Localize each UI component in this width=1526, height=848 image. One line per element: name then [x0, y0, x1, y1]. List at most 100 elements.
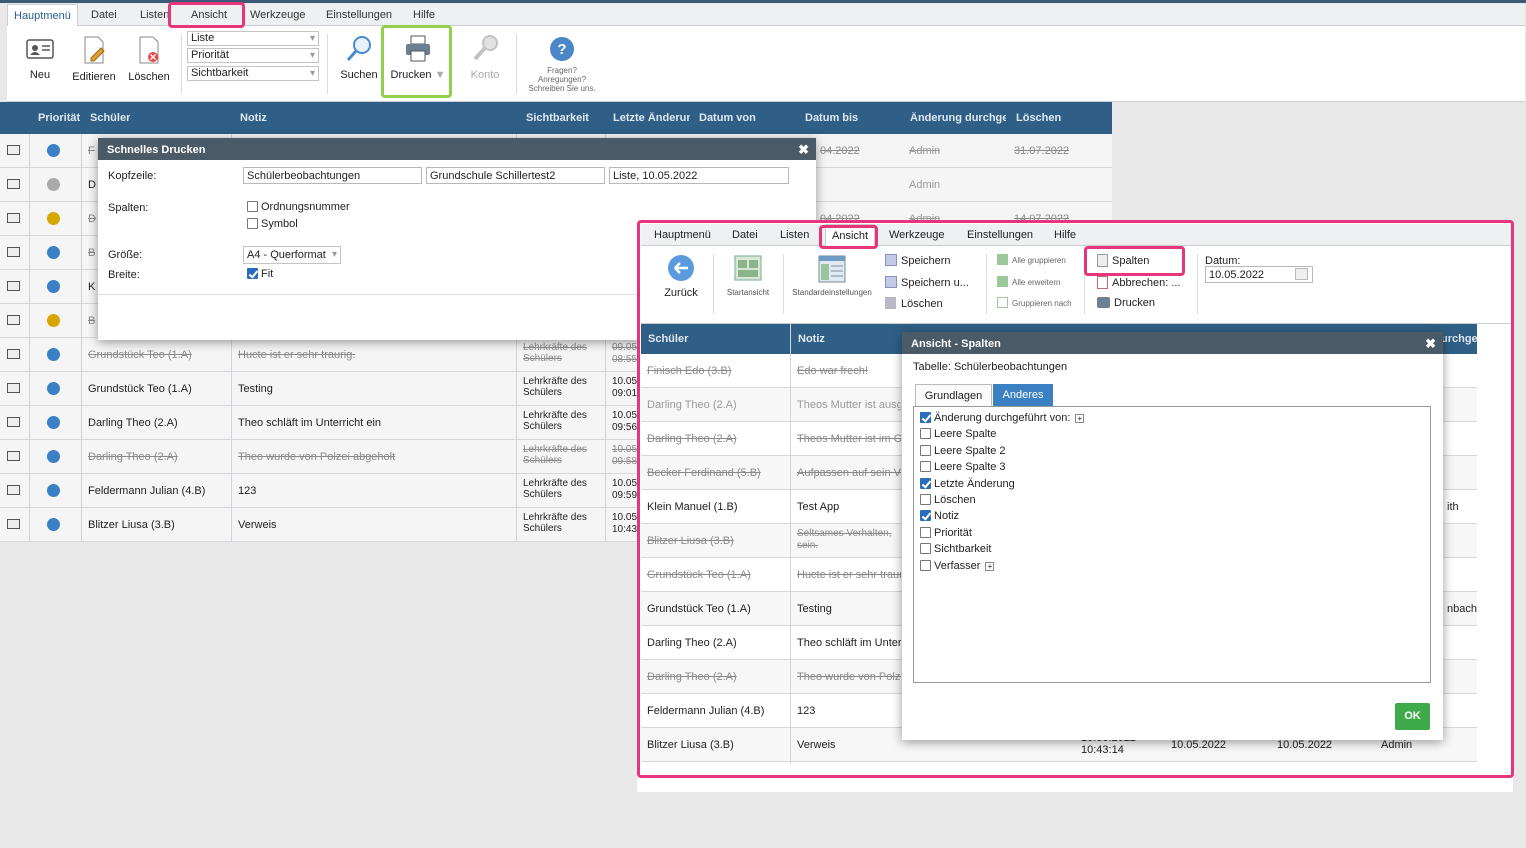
col-schueler[interactable]: Schüler	[90, 112, 130, 124]
contact-card-icon[interactable]	[7, 349, 20, 359]
new-button[interactable]: Neu	[21, 38, 59, 81]
ordnungsnummer-checkbox[interactable]: Ordnungsnummer	[247, 201, 350, 213]
column-checkbox[interactable]	[920, 428, 931, 440]
inset-col-schueler[interactable]: Schüler	[648, 333, 688, 345]
column-option[interactable]: Leere Spalte	[920, 428, 996, 440]
contact-card-icon[interactable]	[7, 519, 20, 529]
column-checkbox[interactable]	[920, 444, 931, 456]
col-datum-bis[interactable]: Datum bis	[805, 112, 858, 124]
notiz-cell: Theo schläft im Unterricht ein	[238, 417, 382, 429]
calendar-icon[interactable]	[1295, 268, 1308, 280]
contact-card-icon[interactable]	[7, 451, 20, 461]
symbol-checkbox[interactable]: Symbol	[247, 218, 298, 230]
startansicht-button[interactable]: Startansicht	[719, 254, 777, 297]
loeschen-view-button[interactable]: Löschen	[885, 297, 943, 310]
print-button[interactable]: Drucken ▼	[389, 34, 447, 81]
ok-button[interactable]: OK	[1395, 703, 1430, 730]
inset-menu-einstellungen[interactable]: Einstellungen	[967, 229, 1033, 241]
expand-icon[interactable]: +	[985, 561, 995, 571]
inset-menu-werkzeuge[interactable]: Werkzeuge	[889, 229, 944, 241]
dropdown-arrow-icon[interactable]: ▼	[435, 69, 446, 81]
contact-card-icon[interactable]	[7, 247, 20, 257]
abbrechen-button[interactable]: Abbrechen: ...	[1097, 276, 1181, 289]
inset-menu-hilfe[interactable]: Hilfe	[1054, 229, 1076, 241]
alle-gruppieren-button[interactable]: Alle gruppieren	[997, 254, 1066, 265]
spalten-button[interactable]: Spalten	[1097, 254, 1149, 267]
alle-erweitern-button[interactable]: Alle erweitern	[997, 276, 1060, 287]
column-option[interactable]: Leere Spalte 2	[920, 444, 1006, 457]
contact-card-icon[interactable]	[7, 179, 20, 189]
close-icon[interactable]: ✖	[1425, 336, 1436, 352]
col-datum-von[interactable]: Datum von	[699, 112, 756, 124]
menu-einstellungen[interactable]: Einstellungen	[326, 9, 392, 21]
inset-col-notiz[interactable]: Notiz	[798, 333, 825, 345]
speichern-unter-button[interactable]: Speichern u...	[885, 276, 969, 289]
contact-card-icon[interactable]	[7, 213, 20, 223]
column-option[interactable]: Änderung durchgeführt von: +	[920, 412, 1085, 424]
menu-listen[interactable]: Listen	[140, 9, 169, 21]
visibility-select[interactable]: Sichtbarkeit	[187, 66, 319, 81]
gruppieren-nach-button[interactable]: Gruppieren nach	[997, 297, 1072, 308]
edit-button[interactable]: Editieren	[71, 36, 117, 83]
contact-card-icon[interactable]	[7, 383, 20, 393]
contact-card-icon[interactable]	[7, 315, 20, 325]
tab-anderes[interactable]: Anderes	[993, 384, 1053, 406]
column-option[interactable]: Priorität	[920, 526, 972, 539]
format-select[interactable]: A4 - Querformat	[243, 246, 341, 264]
schueler-cell: K	[88, 281, 96, 293]
column-checkbox[interactable]	[920, 494, 931, 505]
col-loeschen[interactable]: Löschen	[1016, 112, 1061, 124]
kopfzeile-field-2[interactable]: Grundschule Schillertest2	[426, 167, 605, 184]
column-checkbox[interactable]	[920, 412, 931, 423]
info-icon	[47, 450, 60, 463]
priority-select[interactable]: Priorität	[187, 48, 319, 63]
back-button[interactable]: Zurück	[661, 254, 701, 299]
column-option[interactable]: Letzte Änderung	[920, 477, 1015, 490]
list-select[interactable]: Liste	[187, 31, 319, 46]
menu-werkzeuge[interactable]: Werkzeuge	[250, 9, 305, 21]
help-button[interactable]: ? Fragen? Anregungen? Schreiben Sie uns.	[525, 36, 599, 93]
inset-menu-listen[interactable]: Listen	[780, 229, 809, 241]
column-checkbox[interactable]	[920, 477, 931, 489]
standardeinstellungen-button[interactable]: Standardeinstellungen	[789, 254, 875, 297]
column-checkbox[interactable]	[920, 510, 931, 522]
kopfzeile-field-3[interactable]: Liste, 10.05.2022	[609, 167, 789, 184]
delete-button[interactable]: Löschen	[126, 36, 172, 83]
col-prioritaet[interactable]: Priorität	[38, 112, 80, 124]
contact-card-icon[interactable]	[7, 281, 20, 291]
tab-grundlagen[interactable]: Grundlagen	[915, 384, 992, 406]
column-option[interactable]: Verfasser +	[920, 559, 995, 572]
inset-menu-datei[interactable]: Datei	[732, 229, 758, 241]
inset-menu-ansicht[interactable]: Ansicht	[825, 224, 876, 246]
col-sichtbarkeit[interactable]: Sichtbarkeit	[526, 112, 589, 124]
column-checkbox[interactable]	[920, 559, 931, 571]
speichern-button[interactable]: Speichern	[885, 254, 951, 267]
col-letzte-aenderung[interactable]: Letzte Änderung	[613, 112, 690, 124]
column-checkbox[interactable]	[920, 461, 931, 473]
drucken-view-button[interactable]: Drucken	[1097, 297, 1155, 309]
menu-ansicht[interactable]: Ansicht	[191, 9, 227, 21]
column-option[interactable]: Löschen	[920, 494, 976, 506]
account-button[interactable]: Konto	[467, 34, 503, 81]
menu-hauptmenue[interactable]: Hauptmenü	[7, 4, 78, 26]
close-icon[interactable]: ✖	[798, 142, 809, 158]
fit-checkbox[interactable]: Fit	[247, 268, 273, 280]
search-button[interactable]: Suchen	[339, 34, 379, 81]
column-checkbox[interactable]	[920, 526, 931, 538]
col-notiz[interactable]: Notiz	[240, 112, 267, 124]
column-checkbox[interactable]	[920, 543, 931, 555]
contact-card-icon[interactable]	[7, 417, 20, 427]
expand-icon[interactable]: +	[1075, 414, 1085, 423]
col-aenderung-durchgefuehrt[interactable]: Änderung durchgeführt	[910, 112, 1006, 124]
column-option[interactable]: Notiz	[920, 510, 959, 522]
column-option[interactable]: Sichtbarkeit	[920, 543, 991, 555]
menu-hilfe[interactable]: Hilfe	[413, 9, 435, 21]
column-option[interactable]: Leere Spalte 3	[920, 461, 1006, 473]
inset-col-aenderung[interactable]: urchge	[1441, 333, 1478, 345]
kopfzeile-field-1[interactable]: Schülerbeobachtungen	[243, 167, 422, 184]
contact-card-icon[interactable]	[7, 485, 20, 495]
menu-datei[interactable]: Datei	[91, 9, 117, 21]
contact-card-icon[interactable]	[7, 145, 20, 155]
datum-field[interactable]: 10.05.2022	[1205, 266, 1313, 283]
inset-menu-hauptmenue[interactable]: Hauptmenü	[654, 229, 711, 241]
